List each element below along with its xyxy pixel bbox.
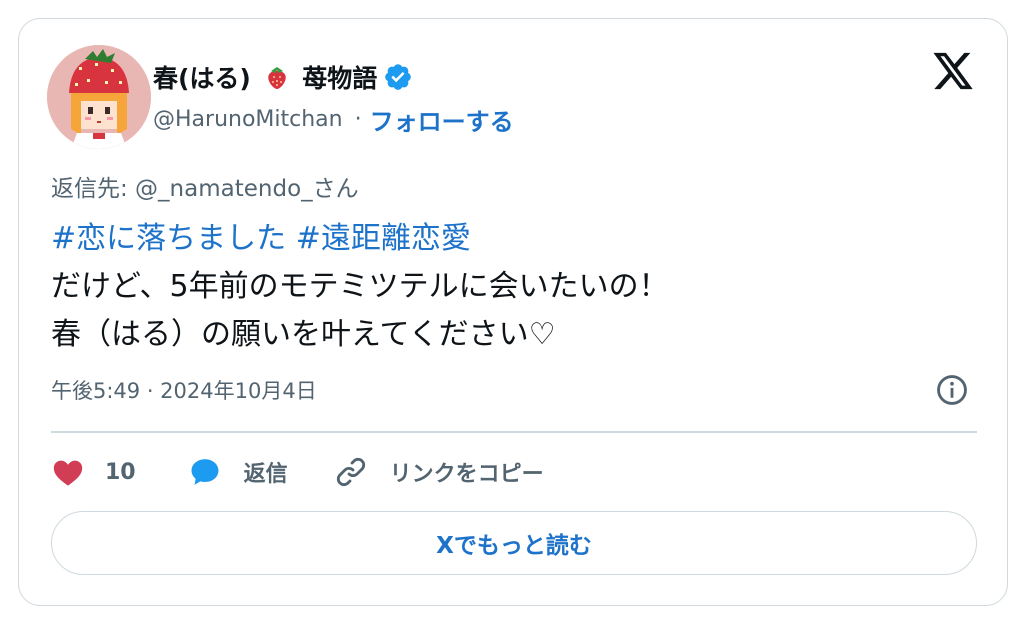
user-handle[interactable]: @HarunoMitchan <box>153 107 343 132</box>
divider <box>51 431 977 433</box>
tweet-text: #恋に落ちました #遠距離恋愛 だけど、5年前のモテミツテルに会いたいの！ 春（… <box>51 215 669 359</box>
verified-badge-icon <box>385 64 412 90</box>
speech-bubble-icon <box>191 459 219 485</box>
hashtag-link[interactable]: #遠距離恋愛 <box>296 221 471 256</box>
tweet-line: 春（はる）の願いを叶えてください♡ <box>51 317 556 352</box>
pixel-girl-avatar-image <box>47 45 151 149</box>
strawberry-icon <box>267 67 286 89</box>
action-bar: 10 返信 リンクをコピー <box>51 447 544 497</box>
avatar[interactable] <box>47 45 151 149</box>
tweet-embed-card: 春(はる) 苺物語 @HarunoMitchan · フォローする 返信先: @… <box>18 18 1008 606</box>
tweet-timestamp[interactable]: 午後5:49 · 2024年10月4日 <box>51 375 317 405</box>
reply-label: 返信 <box>243 462 288 487</box>
tweet-hashtag-line: #恋に落ちました #遠距離恋愛 <box>51 215 669 263</box>
like-button[interactable]: 10 <box>51 455 136 489</box>
copy-link-label: リンクをコピー <box>389 462 544 487</box>
tweet-line: だけど、5年前のモテミツテルに会いたいの！ <box>51 269 669 304</box>
link-icon <box>336 457 365 487</box>
like-count: 10 <box>105 459 136 485</box>
handle-row: @HarunoMitchan · フォローする <box>153 101 514 137</box>
info-icon[interactable] <box>935 373 969 407</box>
reply-to-text: 返信先: @_namatendo_さん <box>51 176 359 202</box>
display-name[interactable]: 春(はる) 苺物語 <box>153 59 377 95</box>
read-more-button[interactable]: Xでもっと読む <box>51 511 977 575</box>
display-name-text: 春(はる) <box>153 64 251 93</box>
copy-link-button[interactable]: リンクをコピー <box>334 455 544 489</box>
display-name-text-suffix: 苺物語 <box>302 64 378 93</box>
separator-dot: · <box>354 106 362 132</box>
hashtag-link[interactable]: #恋に落ちました <box>51 221 286 256</box>
display-name-row[interactable]: 春(はる) 苺物語 <box>153 57 413 97</box>
x-logo-icon[interactable] <box>931 51 975 91</box>
reply-button[interactable]: 返信 <box>188 455 288 489</box>
heart-icon <box>53 460 83 486</box>
follow-button[interactable]: フォローする <box>370 102 514 137</box>
